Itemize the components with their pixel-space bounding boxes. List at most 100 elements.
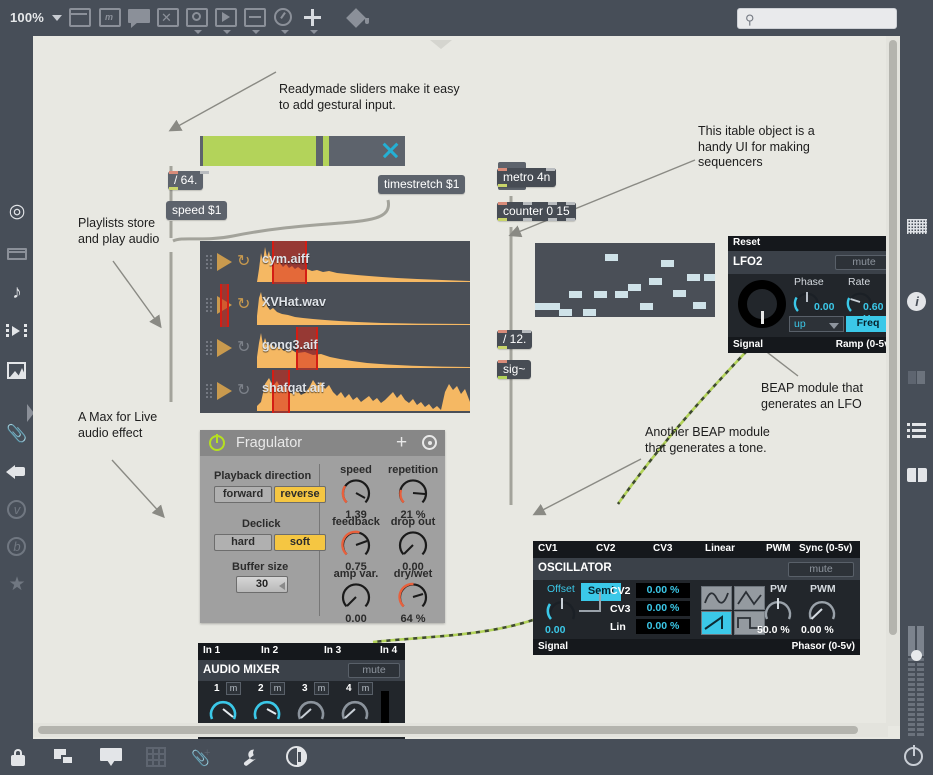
object-counter[interactable]: counter 0 15 bbox=[497, 202, 576, 221]
horizontal-slider[interactable] bbox=[200, 136, 405, 166]
sine-wave-button[interactable] bbox=[701, 586, 732, 610]
max-object-icon[interactable]: m bbox=[99, 8, 121, 28]
loop-icon[interactable]: ↻ bbox=[237, 382, 254, 399]
playlist-row[interactable]: ↻ shafqat.aif bbox=[200, 370, 470, 413]
zoom-dropdown-icon[interactable] bbox=[52, 15, 62, 21]
button-icon[interactable] bbox=[186, 8, 208, 34]
search-box[interactable]: ⚲ bbox=[737, 8, 897, 29]
itable-sequencer[interactable] bbox=[535, 243, 715, 317]
sidebar-item-folder[interactable] bbox=[6, 243, 28, 265]
sidebar-item-snapshot[interactable]: ◎ bbox=[6, 201, 28, 223]
mute-button[interactable]: mute bbox=[348, 663, 400, 678]
canvas-top-tab[interactable] bbox=[430, 36, 452, 49]
add-object-icon[interactable] bbox=[302, 8, 324, 34]
beap-oscillator-module[interactable]: CV1 CV2 CV3 Linear PWM Sync (0-5v) OSCIL… bbox=[533, 541, 860, 655]
object-divide-64[interactable]: / 64. bbox=[168, 171, 209, 190]
drag-handle[interactable] bbox=[205, 254, 213, 270]
pwm-knob[interactable] bbox=[805, 594, 839, 624]
sidebar-item-panels[interactable] bbox=[906, 366, 928, 388]
play-icon[interactable] bbox=[217, 339, 232, 357]
channel-gain-knob[interactable] bbox=[338, 694, 372, 724]
sidebar-item-images[interactable] bbox=[6, 360, 28, 382]
buffer-size-field[interactable]: 30 bbox=[236, 576, 288, 593]
playlist-row[interactable]: ↻ XVHat.wav bbox=[200, 284, 470, 327]
lfo-shape-dropdown[interactable]: up bbox=[789, 316, 844, 332]
playlist-row[interactable]: ↻ cym.aiff bbox=[200, 241, 470, 284]
number-box-icon[interactable] bbox=[244, 8, 266, 34]
vertical-scrollbar[interactable] bbox=[886, 36, 900, 726]
sidebar-item-favorites[interactable]: ★ bbox=[6, 574, 28, 596]
power-icon[interactable] bbox=[209, 434, 225, 451]
sidebar-item-clips[interactable] bbox=[6, 321, 28, 343]
power-icon[interactable] bbox=[903, 745, 925, 768]
play-icon[interactable] bbox=[217, 253, 232, 271]
channel-gain-knob[interactable] bbox=[250, 694, 284, 724]
object-metro[interactable]: metro 4n bbox=[497, 168, 557, 187]
knob-feedback[interactable]: feedback 0.75 bbox=[327, 516, 385, 573]
sidebar-item-audio[interactable]: ♪ bbox=[6, 282, 28, 304]
lin-value-box[interactable]: 0.00 % bbox=[636, 619, 690, 634]
lfo-rate-dial[interactable] bbox=[738, 280, 786, 328]
pw-knob[interactable] bbox=[761, 594, 795, 624]
knob-repetition[interactable]: repetition 21 % bbox=[384, 464, 442, 521]
object-divide-12[interactable]: / 12. bbox=[497, 330, 533, 349]
loop-icon[interactable]: ↻ bbox=[237, 339, 254, 356]
add-attachment-icon[interactable]: 📎 + bbox=[191, 747, 213, 767]
forward-button[interactable]: forward bbox=[214, 486, 272, 503]
paint-bucket-icon[interactable] bbox=[346, 8, 371, 28]
cv2-value-box[interactable]: 0.00 % bbox=[636, 583, 690, 598]
search-input[interactable] bbox=[762, 11, 892, 27]
horizontal-scrollbar[interactable] bbox=[33, 723, 888, 737]
fragulator-device[interactable]: Fragulator + Playback direction forward … bbox=[200, 430, 445, 625]
mute-button[interactable]: mute bbox=[835, 255, 893, 270]
drag-handle[interactable] bbox=[205, 383, 213, 399]
beap-lfo-module[interactable]: Reset LFO2 mute Phase 0.00 Rate 0.60 up … bbox=[728, 236, 898, 353]
message-icon[interactable] bbox=[215, 8, 237, 34]
playlist-object[interactable]: ↻ cym.aiff ↻ XVHat.wav ↻ gong3.aif ↻ sha… bbox=[200, 241, 470, 413]
drag-handle[interactable] bbox=[205, 340, 213, 356]
sidebar-item-attachments[interactable]: 📎 bbox=[6, 423, 28, 445]
knob-dry-wet[interactable]: dry/wet 64 % bbox=[384, 568, 442, 625]
output-meter-slider[interactable] bbox=[906, 626, 928, 736]
knob-drop-out[interactable]: drop out 0.00 bbox=[384, 516, 442, 573]
sidebar-item-reference[interactable] bbox=[906, 464, 928, 486]
patcher-canvas[interactable]: Readymade sliders make it easy to add ge… bbox=[33, 36, 900, 739]
audio-on-icon[interactable] bbox=[286, 746, 308, 768]
toggle-icon[interactable]: ✕ bbox=[157, 8, 179, 28]
message-timestretch[interactable]: timestretch $1 bbox=[378, 175, 466, 194]
knob-speed[interactable]: speed 1.39 bbox=[327, 464, 385, 521]
sidebar-item-vizzie[interactable]: v bbox=[6, 499, 28, 521]
patcher-window-icon[interactable] bbox=[69, 8, 91, 28]
sidebar-item-plug[interactable] bbox=[6, 461, 28, 483]
drag-handle[interactable] bbox=[205, 297, 213, 313]
record-icon[interactable] bbox=[422, 435, 437, 450]
sidebar-item-beap[interactable]: b bbox=[6, 536, 28, 558]
offset-knob[interactable] bbox=[545, 594, 579, 624]
loop-icon[interactable]: ↻ bbox=[237, 296, 254, 313]
saw-wave-button[interactable] bbox=[701, 611, 732, 635]
scrollbar-thumb[interactable] bbox=[38, 726, 858, 734]
declick-hard-button[interactable]: hard bbox=[214, 534, 272, 551]
message-speed[interactable]: speed $1 bbox=[166, 201, 228, 220]
reset-bar[interactable]: Reset bbox=[728, 236, 898, 251]
knob-amp-var[interactable]: amp var. 0.00 bbox=[327, 568, 385, 625]
sidebar-item-info[interactable]: i bbox=[906, 291, 928, 313]
zoom-level-label[interactable]: 100% bbox=[10, 10, 44, 25]
scrollbar-thumb[interactable] bbox=[889, 40, 897, 635]
freq-button[interactable]: Freq bbox=[846, 316, 890, 332]
sidebar-item-grid[interactable] bbox=[906, 216, 928, 238]
grid-icon[interactable] bbox=[146, 747, 166, 767]
loop-icon[interactable]: ↻ bbox=[237, 253, 254, 270]
cv3-value-box[interactable]: 0.00 % bbox=[636, 601, 690, 616]
sidebar-item-list[interactable] bbox=[906, 419, 928, 441]
mute-button[interactable]: mute bbox=[788, 562, 854, 577]
dial-icon[interactable] bbox=[273, 8, 295, 34]
object-sig[interactable]: sig~ bbox=[497, 360, 532, 379]
playlist-row[interactable]: ↻ gong3.aif bbox=[200, 327, 470, 370]
inspector-icon[interactable] bbox=[100, 747, 122, 767]
declick-soft-button[interactable]: soft bbox=[274, 534, 326, 551]
presentation-icon[interactable] bbox=[54, 747, 76, 767]
toggle-timestretch[interactable] bbox=[376, 136, 404, 164]
channel-gain-knob[interactable] bbox=[206, 694, 240, 724]
reverse-button[interactable]: reverse bbox=[274, 486, 326, 503]
